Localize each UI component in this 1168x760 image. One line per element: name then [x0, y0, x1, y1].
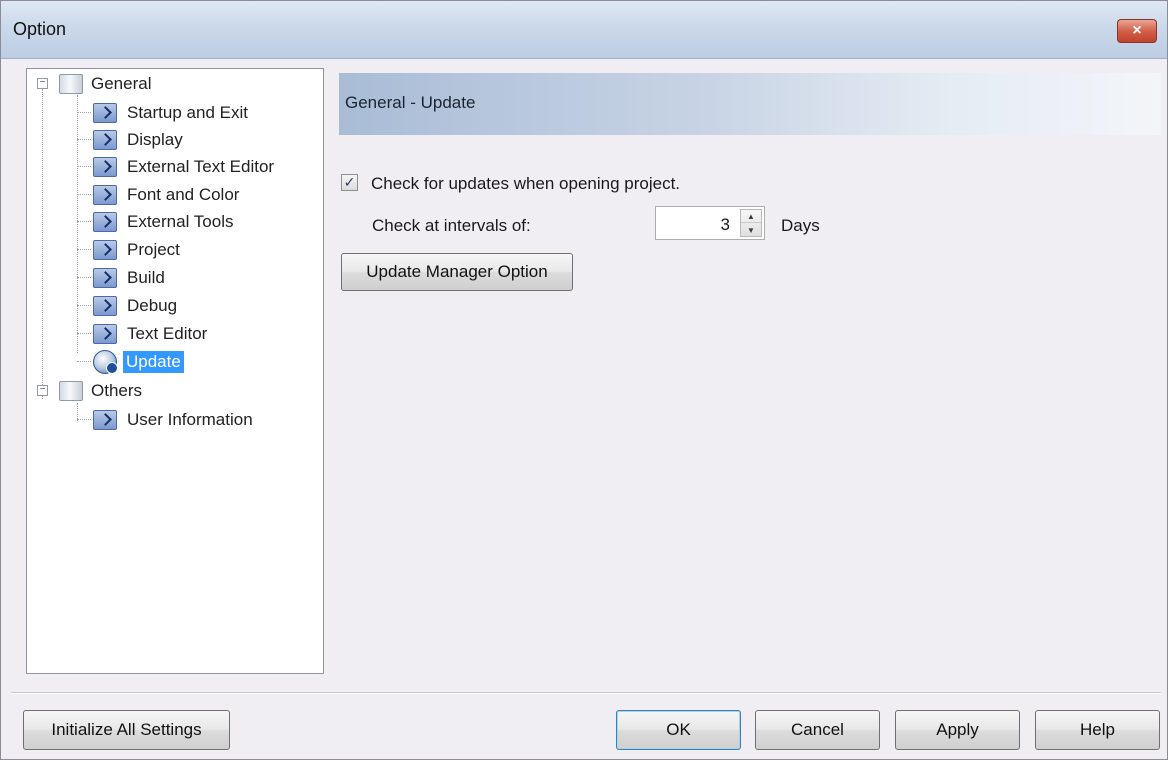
panel-title: General - Update — [345, 93, 476, 112]
footer-separator — [11, 692, 1161, 694]
tree-connector — [77, 95, 78, 353]
tree-item-label: Font and Color — [127, 185, 240, 204]
tree-group-others[interactable]: − Others — [37, 378, 142, 404]
interval-stepper[interactable]: 3 ▲ ▼ — [655, 206, 765, 240]
stepper-buttons: ▲ ▼ — [740, 209, 762, 237]
tree-item-user-information[interactable]: User Information — [93, 407, 253, 433]
tree-item-update[interactable]: Update — [93, 349, 184, 375]
tree-item-external-text-editor[interactable]: External Text Editor — [93, 154, 274, 180]
tree-connector — [77, 419, 91, 420]
tree-item-label: Build — [127, 268, 165, 287]
tree-item-label: Debug — [127, 296, 178, 315]
tree-connector — [77, 277, 91, 278]
spin-up-icon[interactable]: ▲ — [741, 210, 761, 223]
tree-connector — [77, 361, 91, 362]
update-manager-option-button[interactable]: Update Manager Option — [341, 253, 573, 291]
tree-group-label: General — [91, 74, 152, 93]
interval-value[interactable]: 3 — [721, 215, 730, 235]
tree-item-label: Startup and Exit — [127, 103, 248, 122]
settings-page-icon — [93, 212, 117, 232]
option-dialog: Option × − General Startup and Exit Disp… — [0, 0, 1168, 760]
tree-item-label: Text Editor — [127, 324, 208, 343]
tree-item-external-tools[interactable]: External Tools — [93, 209, 233, 235]
apply-button[interactable]: Apply — [895, 710, 1020, 750]
close-icon: × — [1132, 22, 1142, 39]
check-updates-checkbox[interactable]: ✓ — [341, 174, 358, 191]
interval-label: Check at intervals of: — [372, 216, 531, 235]
collapse-icon[interactable]: − — [37, 78, 48, 89]
tree-item-text-editor[interactable]: Text Editor — [93, 321, 207, 347]
tree-connector — [77, 221, 91, 222]
title-bar[interactable]: Option × — [1, 1, 1167, 59]
spin-down-icon[interactable]: ▼ — [741, 224, 761, 237]
panel-header: General - Update — [339, 73, 1161, 135]
settings-page-icon — [93, 324, 117, 344]
window-title: Option — [13, 19, 67, 39]
tree-connector — [77, 112, 91, 113]
tree-item-debug[interactable]: Debug — [93, 293, 177, 319]
cancel-button[interactable]: Cancel — [755, 710, 880, 750]
settings-page-icon — [93, 103, 117, 123]
help-button[interactable]: Help — [1035, 710, 1160, 750]
settings-page-icon — [93, 410, 117, 430]
tree-connector — [77, 194, 91, 195]
close-button[interactable]: × — [1117, 19, 1157, 43]
book-icon — [59, 74, 83, 94]
tree-connector — [77, 333, 91, 334]
book-icon — [59, 381, 83, 401]
settings-page-icon — [93, 296, 117, 316]
tree-item-startup-and-exit[interactable]: Startup and Exit — [93, 100, 248, 126]
checkmark-icon: ✓ — [343, 174, 356, 190]
initialize-all-settings-button[interactable]: Initialize All Settings — [23, 710, 230, 750]
tree-item-label: Project — [127, 240, 180, 259]
tree-connector — [77, 139, 91, 140]
tree-item-label: User Information — [127, 410, 253, 429]
tree-group-general[interactable]: − General — [37, 71, 151, 97]
collapse-icon[interactable]: − — [37, 385, 48, 396]
tree-item-project[interactable]: Project — [93, 237, 180, 263]
check-updates-label[interactable]: Check for updates when opening project. — [371, 174, 680, 194]
settings-page-icon — [93, 157, 117, 177]
tree-item-label: Display — [127, 130, 183, 149]
tree-item-label: External Text Editor — [127, 157, 275, 176]
ok-button[interactable]: OK — [616, 710, 741, 750]
tree-connector — [42, 89, 43, 399]
tree-connector — [77, 166, 91, 167]
tree-connector — [77, 249, 91, 250]
tree-group-label: Others — [91, 381, 143, 400]
tree-connector — [77, 305, 91, 306]
settings-page-icon — [93, 130, 117, 150]
tree-item-build[interactable]: Build — [93, 265, 165, 291]
tree-item-label: External Tools — [127, 212, 234, 231]
tree-item-label: Update — [123, 351, 184, 373]
interval-unit-label: Days — [781, 216, 820, 235]
settings-page-icon — [93, 185, 117, 205]
settings-page-icon — [93, 240, 117, 260]
settings-page-icon — [93, 268, 117, 288]
tree-item-font-and-color[interactable]: Font and Color — [93, 182, 239, 208]
update-globe-icon — [93, 350, 118, 374]
options-tree[interactable]: − General Startup and Exit Display Exter… — [26, 68, 324, 674]
tree-item-display[interactable]: Display — [93, 127, 183, 153]
